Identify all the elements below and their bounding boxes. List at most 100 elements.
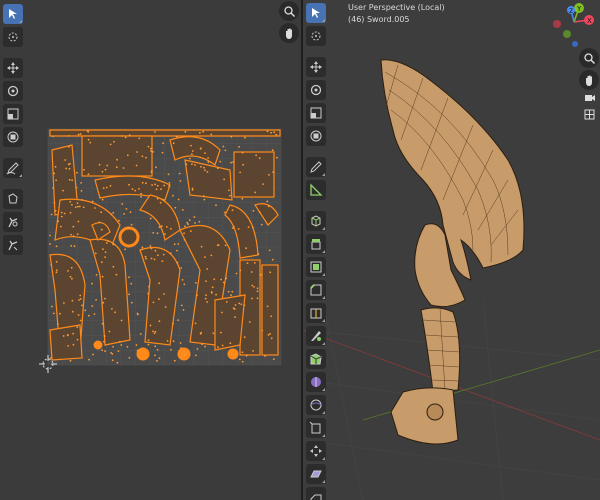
uv-pan-button[interactable] bbox=[279, 23, 299, 43]
active-object-label: (46) Sword.005 bbox=[348, 15, 410, 24]
move-arrows-icon bbox=[7, 62, 19, 74]
edge-slide-icon bbox=[309, 421, 321, 434]
scale-tool-button[interactable] bbox=[3, 104, 23, 124]
rotate-icon bbox=[310, 84, 322, 96]
pencil-icon bbox=[310, 161, 322, 173]
perspective-toggle-button[interactable] bbox=[579, 104, 599, 124]
measure-tool-button[interactable] bbox=[306, 180, 326, 200]
annotate-tool-button[interactable] bbox=[3, 158, 23, 178]
edge-slide-tool-button[interactable] bbox=[306, 418, 326, 438]
crosshair-circle-icon bbox=[311, 31, 321, 41]
ruler-icon bbox=[310, 183, 323, 196]
uv-editor[interactable] bbox=[0, 0, 301, 500]
select-tool-button[interactable] bbox=[3, 4, 23, 24]
uv-island-disc bbox=[227, 348, 239, 360]
uv-island-disc bbox=[177, 347, 191, 361]
smooth-tool-button[interactable] bbox=[306, 395, 326, 415]
bevel-icon bbox=[310, 284, 322, 296]
camera-icon bbox=[584, 94, 595, 101]
cursor-icon bbox=[312, 8, 320, 18]
spin-tool-button[interactable] bbox=[306, 372, 326, 392]
uv-canvas[interactable] bbox=[0, 0, 301, 500]
shrink-fatten-tool-button[interactable] bbox=[306, 441, 326, 461]
move-tool-button[interactable] bbox=[306, 57, 326, 77]
relax-icon bbox=[8, 217, 18, 228]
navigation-gizmo[interactable]: X Y Z bbox=[549, 0, 599, 50]
cursor-tool-button[interactable] bbox=[3, 27, 23, 47]
rotate-icon bbox=[7, 85, 19, 97]
annotate-tool-button[interactable] bbox=[306, 157, 326, 177]
viewport-zoom-button[interactable] bbox=[579, 48, 599, 68]
cursor-tool-button[interactable] bbox=[306, 26, 326, 46]
sword-mesh[interactable] bbox=[380, 59, 525, 445]
hand-icon bbox=[285, 28, 292, 39]
bevel-tool-button[interactable] bbox=[306, 280, 326, 300]
cube-add-icon bbox=[311, 215, 321, 227]
sword-blade bbox=[380, 59, 525, 281]
pinch-icon bbox=[8, 240, 18, 251]
grab-brush-icon bbox=[8, 193, 18, 204]
transform-tool-button[interactable] bbox=[3, 127, 23, 147]
rip-icon bbox=[310, 494, 322, 500]
poly-build-icon bbox=[310, 353, 322, 365]
uv-island bbox=[49, 129, 281, 137]
uv-island-disc bbox=[118, 226, 140, 248]
inset-tool-button[interactable] bbox=[306, 257, 326, 277]
uv-island bbox=[261, 264, 279, 356]
add-cube-tool-button[interactable] bbox=[306, 211, 326, 231]
loop-cut-icon bbox=[310, 308, 322, 319]
smooth-icon bbox=[310, 399, 322, 411]
uv-island-disc bbox=[136, 347, 150, 361]
move-arrows-icon bbox=[310, 61, 322, 73]
shear-tool-button[interactable] bbox=[306, 464, 326, 484]
relax-tool-button[interactable] bbox=[3, 212, 23, 232]
knife-tool-button[interactable] bbox=[306, 326, 326, 346]
camera-view-button[interactable] bbox=[579, 83, 599, 103]
crosshair-circle-icon bbox=[8, 32, 18, 42]
gizmo-z-label: Z bbox=[569, 8, 573, 15]
grab-tool-button[interactable] bbox=[3, 189, 23, 209]
3d-viewport[interactable]: User Perspective (Local) (46) Sword.005 … bbox=[303, 0, 600, 500]
gizmo-x-label: X bbox=[587, 17, 592, 25]
scale-icon bbox=[7, 108, 19, 120]
uv-island-disc bbox=[93, 340, 103, 350]
gizmo-neg-z[interactable] bbox=[572, 41, 578, 47]
uv-zoom-button[interactable] bbox=[279, 1, 299, 21]
transform-icon bbox=[310, 130, 322, 142]
uv-island bbox=[214, 294, 246, 351]
uv-island bbox=[81, 135, 153, 177]
rotate-tool-button[interactable] bbox=[306, 80, 326, 100]
gizmo-neg-x[interactable] bbox=[553, 20, 561, 28]
shear-icon bbox=[310, 470, 322, 478]
extrude-icon bbox=[311, 239, 321, 250]
move-tool-button[interactable] bbox=[3, 58, 23, 78]
select-tool-button[interactable] bbox=[306, 3, 326, 23]
rotate-tool-button[interactable] bbox=[3, 81, 23, 101]
pommel-disc bbox=[426, 403, 444, 421]
loop-cut-tool-button[interactable] bbox=[306, 303, 326, 323]
viewport-canvas[interactable] bbox=[303, 0, 600, 500]
zoom-icon bbox=[283, 5, 295, 17]
scale-tool-button[interactable] bbox=[306, 103, 326, 123]
viewport-toolbar bbox=[306, 3, 326, 500]
uv-island bbox=[233, 151, 275, 198]
poly-build-tool-button[interactable] bbox=[306, 349, 326, 369]
pinch-tool-button[interactable] bbox=[3, 235, 23, 255]
cursor-icon bbox=[9, 9, 17, 19]
gizmo-neg-y[interactable] bbox=[563, 30, 571, 38]
scale-icon bbox=[310, 107, 322, 119]
grid-icon bbox=[584, 109, 594, 119]
uv-island bbox=[49, 324, 83, 361]
transform-icon bbox=[7, 131, 19, 143]
uv-toolbar bbox=[3, 4, 23, 258]
spin-icon bbox=[311, 377, 321, 387]
sword-pommel bbox=[390, 387, 459, 445]
pencil-icon bbox=[6, 162, 19, 175]
rip-tool-button[interactable] bbox=[306, 487, 326, 500]
transform-tool-button[interactable] bbox=[306, 126, 326, 146]
extrude-tool-button[interactable] bbox=[306, 234, 326, 254]
knife-icon bbox=[311, 331, 321, 341]
view-name: User Perspective (Local) bbox=[348, 3, 445, 12]
shrink-fatten-icon bbox=[310, 445, 322, 457]
inset-icon bbox=[310, 261, 322, 273]
